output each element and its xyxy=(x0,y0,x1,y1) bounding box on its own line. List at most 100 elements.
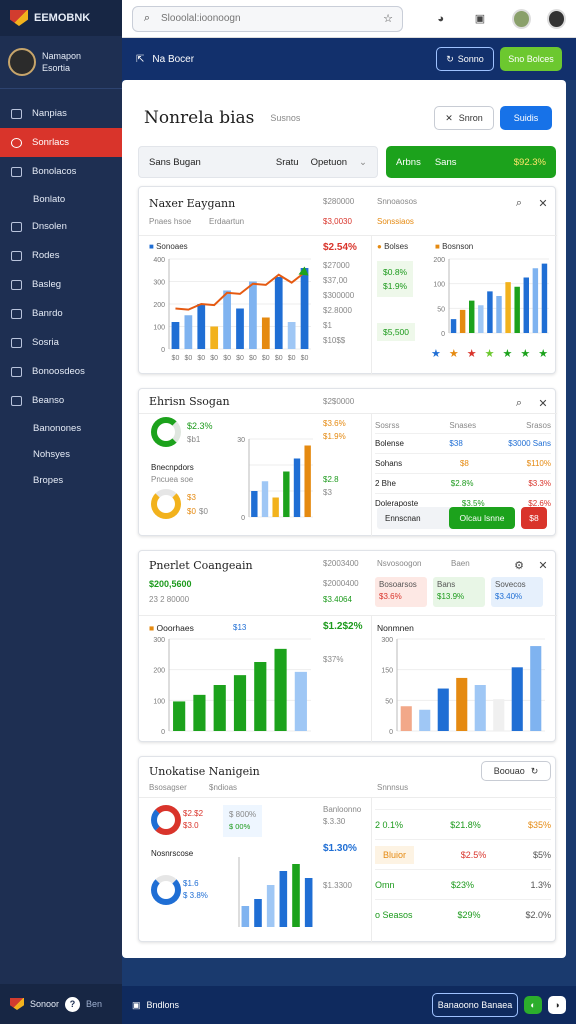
stat-value: $3,0030 xyxy=(323,217,352,226)
delete-button[interactable]: $8 xyxy=(521,507,547,529)
close-icon[interactable]: ✕ xyxy=(535,395,551,411)
sidebar-item[interactable]: Banrdo xyxy=(0,299,122,328)
avatar[interactable] xyxy=(511,8,531,29)
sidebar: EEMOBNK Namapon Esortia Nanpias Sonrlacs B… xyxy=(0,0,122,1024)
tick-label: 100 xyxy=(153,325,165,332)
stat-value: $2.54% xyxy=(323,242,357,253)
filter-box[interactable]: Sans Bugan Sratu Opetuon ⌄ xyxy=(138,146,378,178)
search-input[interactable] xyxy=(161,13,375,24)
sidebar-item[interactable]: Bonolacos xyxy=(0,157,122,186)
sidebar-item[interactable]: Dnsolen xyxy=(0,212,122,241)
sidebar-item-label: Bonlato xyxy=(33,193,66,205)
submit-button[interactable]: Suidis xyxy=(500,106,552,130)
tag-value: $13.9% xyxy=(437,592,465,601)
column-header: Srasos xyxy=(526,420,551,430)
card-tab[interactable]: Erdaartun xyxy=(209,217,244,226)
bar xyxy=(450,319,457,333)
band-title: Na Bocer xyxy=(152,53,195,65)
outline-button-label: Sonno xyxy=(457,54,484,64)
card-tab[interactable]: $ndioas xyxy=(209,783,237,792)
search-icon[interactable]: ⌕ xyxy=(511,395,527,411)
stat-box: $0.8% $1.9% xyxy=(377,261,414,297)
column-header: Snnnsus xyxy=(377,783,409,792)
sidebar-item[interactable]: Nanpias xyxy=(0,99,122,128)
summary-mid: Sans xyxy=(434,156,457,168)
bar-chart: 30 0 xyxy=(237,437,313,522)
sidebar-item[interactable]: Rodes xyxy=(0,241,122,270)
chart-legend: ■ Ooorhaes xyxy=(149,623,194,633)
users-icon xyxy=(11,250,22,261)
table-row: Bolense $38 $3000 Sans xyxy=(375,433,551,453)
stat-label: Sonssiaos xyxy=(377,217,414,226)
table-cell: Bolense xyxy=(375,439,404,448)
bar xyxy=(193,694,206,731)
outline-button[interactable]: ↻ Sonno xyxy=(436,47,494,71)
tick-label: 100 xyxy=(153,698,165,705)
tick-label: $0 xyxy=(275,355,283,362)
primary-green-button[interactable]: Sno Bolces xyxy=(500,47,562,71)
bar xyxy=(274,648,287,731)
user-profile[interactable]: Namapon Esortia xyxy=(0,36,122,89)
sidebar-item-label: Bropes xyxy=(33,474,64,486)
card-tab[interactable]: Bsosagser xyxy=(149,783,187,792)
action-button[interactable]: Boouao ↻ xyxy=(481,761,551,781)
sidebar-item[interactable]: Beanso xyxy=(0,386,122,415)
green-action-icon[interactable]: ◐ xyxy=(524,996,542,1014)
close-button[interactable]: ✕ Snron xyxy=(434,106,494,130)
stat-value: $0.8% xyxy=(383,267,408,277)
info-icon[interactable]: ◑ xyxy=(548,996,566,1014)
tick-label: 0 xyxy=(161,347,165,354)
tick-label: 100 xyxy=(433,282,445,289)
close-icon[interactable]: ✕ xyxy=(535,557,551,573)
bottom-bar: ▣ Bndlons Banaoono Banaea ◐ ◑ xyxy=(122,986,576,1024)
summary-bar[interactable]: Arbns Sans $92.3% xyxy=(386,146,556,178)
bar xyxy=(304,445,311,517)
donut-value: $3 xyxy=(187,493,196,502)
avatar[interactable] xyxy=(546,8,566,29)
tag[interactable]: Bans $13.9% xyxy=(433,577,485,607)
tag[interactable]: Sovecos $3.40% xyxy=(491,577,543,607)
tablet-icon[interactable]: ▣ xyxy=(472,11,487,27)
sidebar-item[interactable]: Sosria xyxy=(0,328,122,357)
filter-select[interactable]: Opetuon xyxy=(311,157,347,168)
stat-value: $2.8 xyxy=(323,475,339,484)
star-icon[interactable]: ☆ xyxy=(380,11,396,27)
sidebar-item[interactable]: Sonrlacs xyxy=(0,128,122,157)
brand[interactable]: EEMOBNK xyxy=(0,0,122,36)
table-cell: $2.5% xyxy=(460,849,487,860)
search-box[interactable]: ⌕ ☆ xyxy=(132,5,404,32)
tag[interactable]: Bosoarsos $3.6% xyxy=(375,577,427,607)
close-icon[interactable]: ✕ xyxy=(535,195,551,211)
tick-label: 150 xyxy=(381,668,393,675)
footer-shield-icon xyxy=(10,998,24,1010)
help-button[interactable]: ? xyxy=(65,996,81,1012)
tick-label: $0 xyxy=(197,355,205,362)
sidebar-item[interactable]: Bropes xyxy=(0,467,122,493)
sidebar-item-label: Bonolacos xyxy=(32,166,77,177)
sidebar-item[interactable]: Nohsyes xyxy=(0,441,122,467)
sidebar-item-label: Banonones xyxy=(33,422,82,434)
sidebar-item[interactable]: Basleg xyxy=(0,270,122,299)
settings-icon[interactable]: ⚙ xyxy=(511,557,527,573)
stat-value: $200,5600 xyxy=(149,579,192,589)
sidebar-item[interactable]: Bonlato xyxy=(0,186,122,212)
stat-list: $3.6% $1.9% $2.8 $3 xyxy=(323,419,346,497)
card-title: Pnerlet Coangeain xyxy=(149,559,253,572)
tick-label: $0 xyxy=(301,355,309,362)
filter-label: Sans Bugan xyxy=(149,156,201,168)
stat-value: $300000 xyxy=(323,291,355,300)
table-cell: $2.0% xyxy=(525,909,551,920)
bottom-action-button[interactable]: Banaoono Banaea xyxy=(432,993,518,1017)
sidebar-item[interactable]: Bonoosdeos xyxy=(0,357,122,386)
notification-icon[interactable]: ◕ xyxy=(433,11,448,27)
sidebar-item[interactable]: Banonones xyxy=(0,415,122,441)
search-icon[interactable]: ⌕ xyxy=(511,195,527,211)
bar xyxy=(419,709,431,731)
back-icon[interactable]: ⇱ xyxy=(136,54,144,65)
card-tab[interactable]: Pnaes hsoe xyxy=(149,217,191,226)
confirm-button[interactable]: Olcau lsnne xyxy=(449,507,515,529)
donut-value: $2.$2 xyxy=(183,809,204,818)
star-icon: ★ xyxy=(520,348,531,360)
bar xyxy=(292,864,300,927)
tick-label: $0 xyxy=(223,355,231,362)
